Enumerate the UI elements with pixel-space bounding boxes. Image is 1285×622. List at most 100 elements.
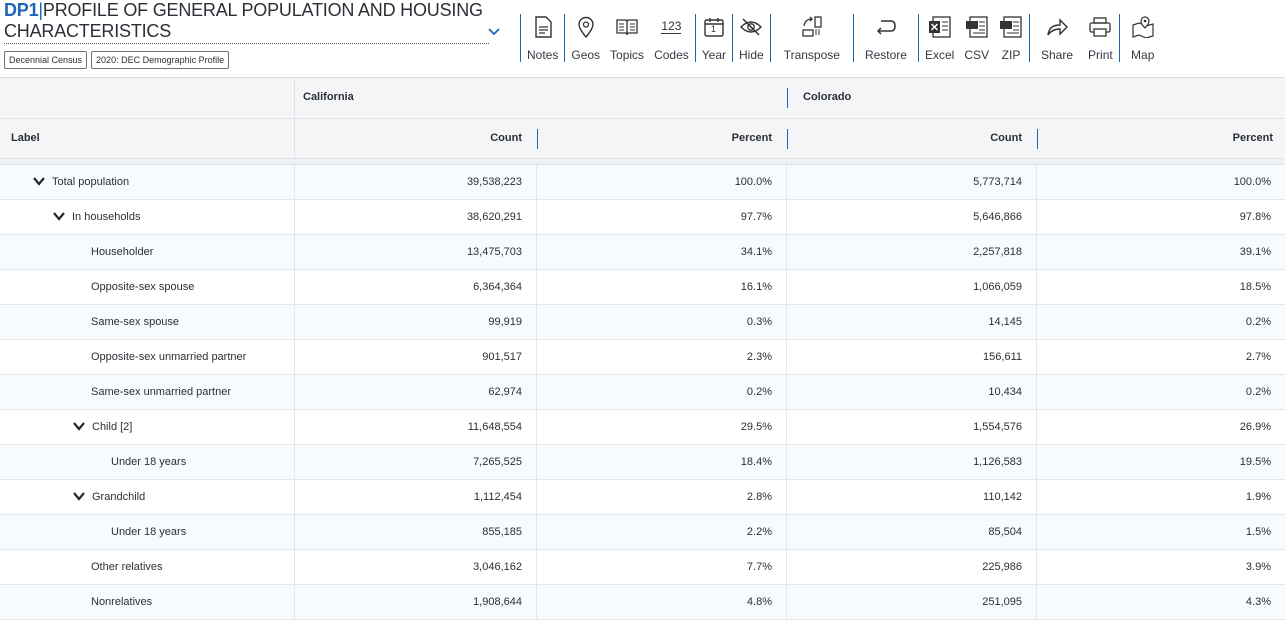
excel-button[interactable]: Excel bbox=[920, 14, 959, 62]
table-row: Same-sex spouse 99,919 0.3% 14,145 0.2% bbox=[0, 305, 1285, 340]
printer-icon bbox=[1088, 14, 1112, 39]
percent-cell: 97.8% bbox=[1239, 211, 1271, 223]
notes-icon bbox=[531, 14, 555, 39]
count-cell: 38,620,291 bbox=[295, 200, 537, 234]
transpose-button[interactable]: Transpose bbox=[772, 14, 852, 62]
page-header: DP1|PROFILE OF GENERAL POPULATION AND HO… bbox=[0, 0, 1285, 78]
column-header-percent[interactable]: Percent bbox=[732, 132, 772, 144]
percent-cell: 7.7% bbox=[537, 550, 787, 584]
count-cell: 225,986 bbox=[787, 550, 1037, 584]
percent-cell: 3.9% bbox=[1245, 561, 1271, 573]
row-label: Opposite-sex spouse bbox=[91, 281, 195, 293]
percent-cell: 2.8% bbox=[537, 480, 787, 514]
notes-button[interactable]: Notes bbox=[522, 14, 563, 62]
column-resize-handle[interactable] bbox=[787, 129, 788, 149]
year-button[interactable]: 1 Year bbox=[697, 14, 731, 62]
toolbar-divider bbox=[917, 14, 919, 62]
column-resize-handle[interactable] bbox=[787, 88, 788, 108]
count-cell: 156,611 bbox=[787, 340, 1037, 374]
row-label: Householder bbox=[91, 246, 154, 258]
percent-cell: 18.4% bbox=[537, 445, 787, 479]
column-header-percent[interactable]: Percent bbox=[1233, 132, 1273, 144]
table-row: Under 18 years 855,185 2.2% 85,504 1.5% bbox=[0, 515, 1285, 550]
percent-cell: 2.7% bbox=[1245, 351, 1271, 363]
percent-cell: 26.9% bbox=[1239, 421, 1271, 433]
row-label-cell: Under 18 years bbox=[0, 515, 295, 549]
row-label: Same-sex spouse bbox=[91, 316, 180, 328]
percent-cell: 0.2% bbox=[1245, 316, 1271, 328]
percent-cell: 2.2% bbox=[537, 515, 787, 549]
row-label: Under 18 years bbox=[111, 526, 187, 538]
percent-cell: 1.9% bbox=[1245, 491, 1271, 503]
excel-icon bbox=[928, 14, 952, 39]
row-label-cell: Same-sex spouse bbox=[0, 305, 295, 339]
count-cell: 1,112,454 bbox=[295, 480, 537, 514]
count-cell: 10,434 bbox=[787, 375, 1037, 409]
count-cell: 7,265,525 bbox=[295, 445, 537, 479]
chevron-down-icon[interactable] bbox=[52, 209, 66, 223]
column-header-count[interactable]: Count bbox=[490, 132, 522, 144]
column-header-count[interactable]: Count bbox=[990, 132, 1022, 144]
table-row: Under 18 years 7,265,525 18.4% 1,126,583 19.… bbox=[0, 445, 1285, 480]
csv-icon bbox=[965, 14, 989, 39]
print-button[interactable]: Print bbox=[1083, 14, 1118, 62]
count-cell: 85,504 bbox=[787, 515, 1037, 549]
count-cell: 1,126,583 bbox=[787, 445, 1037, 479]
percent-cell: 39.1% bbox=[1239, 246, 1271, 258]
row-label-cell: Same-sex unmarried partner bbox=[0, 375, 295, 409]
row-label-cell: Child [2] bbox=[0, 410, 295, 444]
chevron-down-icon[interactable] bbox=[486, 24, 502, 40]
chip-program[interactable]: Decennial Census bbox=[4, 51, 88, 69]
table-row: Householder 13,475,703 34.1% 2,257,818 39.1% bbox=[0, 235, 1285, 270]
percent-cell: 1.5% bbox=[1245, 526, 1271, 538]
percent-cell: 29.5% bbox=[537, 410, 787, 444]
transpose-icon bbox=[800, 14, 824, 39]
percent-cell: 0.3% bbox=[537, 305, 787, 339]
table-row: In households 38,620,291 97.7% 5,646,866 97.… bbox=[0, 200, 1285, 235]
codes-button[interactable]: 123 Codes bbox=[649, 14, 694, 63]
geography-header-colorado[interactable]: Colorado bbox=[803, 91, 851, 103]
count-cell: 251,095 bbox=[787, 585, 1037, 619]
row-label: Same-sex unmarried partner bbox=[91, 386, 232, 398]
row-label-cell: Opposite-sex spouse bbox=[0, 270, 295, 304]
column-resize-handle[interactable] bbox=[537, 129, 538, 149]
topics-button[interactable]: Topics bbox=[605, 14, 649, 62]
chevron-down-icon[interactable] bbox=[72, 489, 86, 503]
map-pin-icon bbox=[574, 14, 598, 39]
count-cell: 2,257,818 bbox=[787, 235, 1037, 269]
row-label-cell: Householder bbox=[0, 235, 295, 269]
geos-button[interactable]: Geos bbox=[566, 14, 605, 62]
zip-button[interactable]: ZIP bbox=[994, 14, 1028, 62]
percent-cell: 19.5% bbox=[1239, 456, 1271, 468]
eye-off-icon bbox=[739, 14, 763, 39]
row-label-cell: In households bbox=[0, 200, 295, 234]
share-icon bbox=[1045, 14, 1069, 39]
percent-cell: 4.3% bbox=[1245, 596, 1271, 608]
chip-dataset[interactable]: 2020: DEC Demographic Profile bbox=[91, 51, 230, 69]
restore-button[interactable]: Restore bbox=[855, 14, 917, 62]
row-label: Child [2] bbox=[92, 421, 133, 433]
count-cell: 855,185 bbox=[295, 515, 537, 549]
count-cell: 1,066,059 bbox=[787, 270, 1037, 304]
share-button[interactable]: Share bbox=[1031, 14, 1083, 62]
count-cell: 99,919 bbox=[295, 305, 537, 339]
row-label: Total population bbox=[52, 176, 130, 188]
geography-header-california[interactable]: California bbox=[303, 91, 354, 103]
toolbar-divider bbox=[769, 14, 771, 62]
hide-button[interactable]: Hide bbox=[734, 14, 769, 62]
table-title[interactable]: DP1|PROFILE OF GENERAL POPULATION AND HO… bbox=[4, 0, 489, 44]
toolbar-divider bbox=[694, 14, 696, 62]
count-cell: 62,974 bbox=[295, 375, 537, 409]
table-row: Other relatives 3,046,162 7.7% 225,986 3.9% bbox=[0, 550, 1285, 585]
column-resize-handle[interactable] bbox=[1037, 129, 1038, 149]
map-button[interactable]: Map bbox=[1121, 14, 1165, 62]
table-row: Opposite-sex spouse 6,364,364 16.1% 1,066,0… bbox=[0, 270, 1285, 305]
percent-cell: 100.0% bbox=[1233, 176, 1271, 188]
row-label: Grandchild bbox=[92, 491, 146, 503]
chevron-down-icon[interactable] bbox=[72, 419, 86, 433]
label-column-header[interactable]: Label bbox=[11, 132, 40, 144]
csv-button[interactable]: CSV bbox=[959, 14, 994, 62]
toolbar-divider bbox=[732, 14, 733, 62]
chevron-down-icon[interactable] bbox=[32, 174, 46, 188]
count-cell: 5,646,866 bbox=[787, 200, 1037, 234]
